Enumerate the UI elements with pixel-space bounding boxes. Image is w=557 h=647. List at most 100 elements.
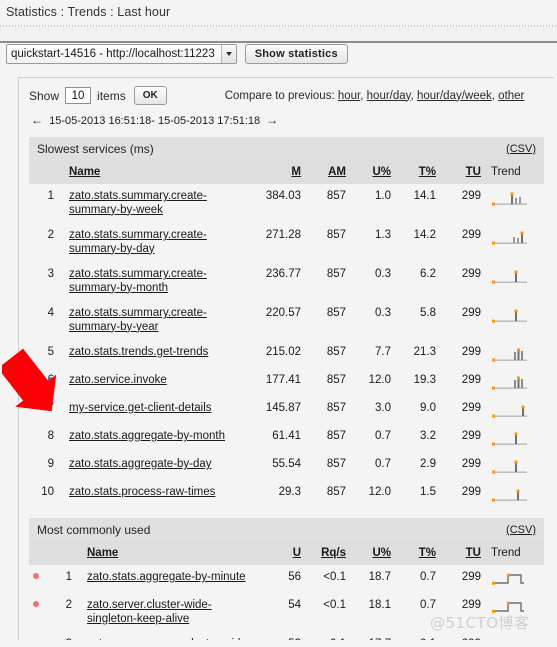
compare-link-other[interactable]: other	[498, 90, 524, 102]
th-tpct[interactable]: T%	[395, 541, 440, 565]
cell-tpct: 0.7	[420, 571, 436, 583]
sparkline-bars-icon	[492, 405, 527, 418]
status-dot-cell	[29, 593, 47, 632]
th-upct[interactable]: U%	[350, 160, 395, 184]
cluster-select[interactable]: quickstart-14516 - http://localhost:1122…	[6, 44, 237, 64]
cell-tpct: 5.8	[420, 307, 436, 319]
comma-1: ,	[360, 89, 364, 102]
cell-tpct: 6.2	[420, 268, 436, 280]
cell-u: 56	[288, 571, 301, 583]
cell-upct: 7.7	[375, 346, 391, 358]
th-tu[interactable]: TU	[440, 160, 485, 184]
items-label: items	[97, 88, 126, 103]
header-band	[0, 27, 557, 41]
table-row: 5 zato.stats.trends.get-trends 215.02 85…	[29, 340, 544, 368]
service-link[interactable]: zato.stats.summary.create-summary-by-day	[69, 229, 253, 256]
table-row: 9 zato.stats.aggregate-by-day 55.54 857 …	[29, 452, 544, 480]
service-link[interactable]: zato.stats.aggregate-by-minute	[87, 571, 246, 585]
bottom-fade	[18, 640, 554, 647]
show-statistics-button[interactable]: Show statistics	[244, 44, 348, 64]
table-header-row: Name U Rq/s U% T% TU Trend	[29, 541, 544, 565]
compare-label: Compare to previous:	[224, 89, 335, 102]
cell-upct: 1.0	[375, 190, 391, 202]
cell-tpct: 21.3	[413, 346, 436, 358]
service-link[interactable]: zato.stats.aggregate-by-day	[69, 458, 212, 472]
sparkline-bars-icon	[492, 460, 527, 474]
row-name-cell: my-service.get-client-details	[60, 396, 254, 424]
row-name-cell: zato.server.cluster-wide-singleton-keep-…	[78, 593, 260, 632]
th-name[interactable]: Name	[78, 541, 260, 565]
cluster-select-value: quickstart-14516 - http://localhost:1122…	[11, 48, 215, 60]
cell-trend	[485, 184, 544, 223]
th-tu[interactable]: TU	[440, 541, 485, 565]
next-period-arrow[interactable]: →	[266, 113, 278, 127]
sparkline-bars-icon	[492, 309, 527, 323]
cell-upct: 3.0	[375, 402, 391, 414]
cell-tu: 299	[461, 307, 481, 319]
items-count-input[interactable]	[65, 87, 92, 104]
row-index: 8	[47, 430, 54, 442]
cell-trend	[485, 301, 544, 340]
table-row: 2 zato.server.cluster-wide-singleton-kee…	[29, 593, 544, 632]
csv-export-link[interactable]: (CSV)	[506, 143, 536, 155]
cell-am: 857	[326, 430, 346, 442]
cell-upct: 0.7	[375, 430, 391, 442]
section-title-bar: Slowest services (ms) (CSV)	[29, 137, 544, 160]
row-index: 7	[47, 402, 54, 414]
section-title: Most commonly used	[37, 522, 151, 537]
service-link[interactable]: zato.stats.summary.create-summary-by-mon…	[69, 268, 253, 295]
sparkline-bars-icon	[492, 231, 527, 245]
sparkline-bars-icon	[492, 270, 527, 284]
compare-link-hour-day[interactable]: hour/day	[367, 90, 411, 102]
cell-am: 857	[326, 374, 346, 386]
cell-rqs: <0.1	[323, 599, 346, 611]
table-row: 4 zato.stats.summary.create-summary-by-y…	[29, 301, 544, 340]
service-link[interactable]: zato.stats.process-raw-times	[69, 486, 215, 500]
cell-trend	[485, 480, 544, 508]
row-name-cell: zato.stats.summary.create-summary-by-wee…	[60, 184, 254, 223]
cell-upct: 0.7	[375, 458, 391, 470]
csv-export-link[interactable]: (CSV)	[506, 524, 536, 536]
th-m[interactable]: M	[254, 160, 305, 184]
th-trend: Trend	[485, 541, 544, 565]
cell-trend	[485, 565, 544, 593]
cell-am: 857	[326, 346, 346, 358]
service-link[interactable]: zato.stats.trends.get-trends	[69, 346, 208, 360]
ok-button[interactable]: OK	[133, 86, 167, 105]
prev-period-arrow[interactable]: ←	[31, 113, 43, 127]
cell-tu: 299	[461, 599, 481, 611]
compare-link-hour[interactable]: hour	[338, 90, 360, 102]
sparkline-step-icon	[492, 573, 524, 585]
compare-link-hour-day-week[interactable]: hour/day/week	[417, 90, 492, 102]
service-link[interactable]: zato.stats.summary.create-summary-by-wee…	[69, 190, 253, 217]
sparkline-bars-icon	[492, 376, 527, 390]
row-name-cell: zato.stats.aggregate-by-minute	[78, 565, 260, 593]
row-index: 9	[47, 458, 54, 470]
th-index	[47, 541, 78, 565]
cell-tu: 299	[461, 346, 481, 358]
compare-to-previous: Compare to previous: hour, hour/day, hou…	[225, 90, 525, 102]
cell-tpct: 3.2	[420, 430, 436, 442]
service-link[interactable]: zato.stats.aggregate-by-month	[69, 430, 225, 444]
cell-tu: 299	[461, 486, 481, 498]
service-link[interactable]: my-service.get-client-details	[69, 402, 212, 416]
cell-trend	[485, 223, 544, 262]
status-dot-icon	[33, 572, 39, 579]
section-most-commonly-used: Most commonly used (CSV) Name U Rq/s U% …	[29, 518, 544, 647]
cell-tu: 299	[461, 402, 481, 414]
cell-trend	[485, 593, 544, 632]
th-name[interactable]: Name	[60, 160, 254, 184]
th-rqs[interactable]: Rq/s	[305, 541, 350, 565]
th-tpct[interactable]: T%	[395, 160, 440, 184]
th-u[interactable]: U	[260, 541, 305, 565]
service-link[interactable]: zato.server.cluster-wide-singleton-keep-…	[87, 599, 259, 626]
row-name-cell: zato.stats.aggregate-by-month	[60, 424, 254, 452]
service-link[interactable]: zato.stats.summary.create-summary-by-yea…	[69, 307, 253, 334]
th-am[interactable]: AM	[305, 160, 350, 184]
date-range-text: 15-05-2013 16:51:18- 15-05-2013 17:51:18	[49, 115, 261, 127]
th-upct[interactable]: U%	[350, 541, 395, 565]
chevron-down-icon[interactable]	[220, 45, 236, 63]
service-link[interactable]: zato.service.invoke	[69, 374, 167, 388]
row-index: 2	[65, 599, 72, 611]
cell-am: 857	[326, 458, 346, 470]
